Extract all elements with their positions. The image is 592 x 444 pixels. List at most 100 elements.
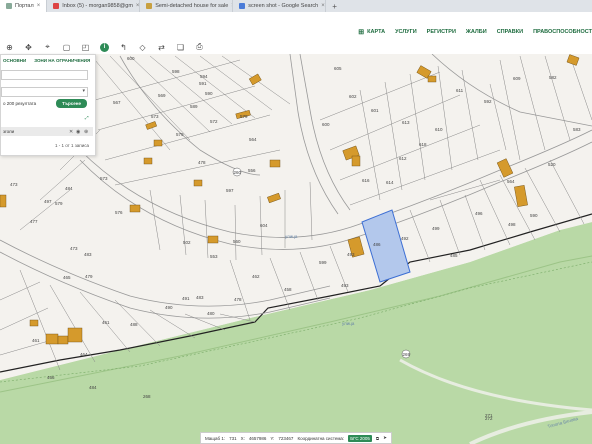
copy-icon[interactable]: ⧉ xyxy=(376,436,379,441)
street-badge: 260 xyxy=(232,167,242,177)
plot-number: 601 xyxy=(371,108,379,113)
measure-icon[interactable]: ↰ xyxy=(114,40,133,54)
plot-number: 560 xyxy=(233,239,241,244)
pan-icon[interactable]: ✥ xyxy=(19,40,38,54)
expand-icon[interactable]: ⤢ xyxy=(85,115,89,120)
zoom-icon[interactable]: ⊕ xyxy=(0,40,19,54)
plot-number: 602 xyxy=(349,94,357,99)
plot-number: 616 xyxy=(362,178,370,183)
plot-number: 591 xyxy=(199,81,207,86)
building xyxy=(57,335,69,345)
result-row[interactable]: зголи ✕ ◉ ⊕ xyxy=(1,127,93,136)
menu-item-complaints[interactable]: ЖАЛБИ xyxy=(466,29,487,35)
menu-item-reports[interactable]: СПРАВКИ xyxy=(497,29,523,35)
browser-tab-google[interactable]: screen shot - Google Search × xyxy=(233,0,327,12)
menu-item-map[interactable]: ⊞ КАРТА xyxy=(358,28,385,36)
search-button[interactable]: Търсене xyxy=(55,99,87,108)
plot-number: 582 xyxy=(549,75,557,80)
plot-number: 493 xyxy=(347,252,355,257)
browser-tab-house[interactable]: Semi-detached house for sale× xyxy=(140,0,234,12)
zoom-in-icon[interactable]: ⊕ xyxy=(84,129,88,135)
building xyxy=(45,333,59,345)
menu-item-services[interactable]: УСЛУГИ xyxy=(395,29,417,35)
plot-number: 479 xyxy=(85,274,93,279)
plot-number: 553 xyxy=(210,254,218,259)
browser-tab-inbox[interactable]: Inbox (5) - morgan9858@gm × xyxy=(47,0,141,12)
select-rectangle-icon[interactable]: ▢ xyxy=(57,40,76,54)
plot-number: 499 xyxy=(432,226,440,231)
search-panel: ОСНОВНИ ЗОНИ НА ОГРАНИЧЕНИЯ ▾ о 200 резу… xyxy=(0,54,96,156)
close-tab-icon[interactable]: × xyxy=(136,3,139,9)
new-tab-button[interactable]: + xyxy=(326,0,343,12)
browser-tab-portal[interactable]: Портал × xyxy=(0,0,48,12)
eye-icon[interactable]: ◉ xyxy=(76,129,80,135)
menu-item-registers[interactable]: РЕГИСТРИ xyxy=(427,29,456,35)
plot-number: 618 xyxy=(419,142,427,147)
building xyxy=(153,139,163,147)
plot-number: 583 xyxy=(573,127,581,132)
close-tab-icon[interactable]: × xyxy=(321,3,325,9)
building xyxy=(351,155,361,167)
building xyxy=(427,75,437,83)
plot-number: 491 xyxy=(182,296,190,301)
plot-number: 605 xyxy=(334,66,342,71)
close-icon[interactable]: ✕ xyxy=(69,129,73,135)
building xyxy=(29,319,39,327)
menu-item-capacity[interactable]: ПРАВОСПОСОБНОСТ xyxy=(533,29,592,35)
plot-number: 589 xyxy=(190,104,198,109)
scale-label: Мащаб 1: xyxy=(205,435,226,441)
search-select[interactable]: ▾ xyxy=(1,87,88,97)
svg-text:269: 269 xyxy=(403,352,411,357)
plot-number: 486 xyxy=(373,242,381,247)
plot-number: 502 xyxy=(183,240,191,245)
polygon-icon[interactable]: ◇ xyxy=(133,40,152,54)
scale-value[interactable]: 731 xyxy=(229,436,237,441)
search-input[interactable] xyxy=(1,70,88,80)
plot-number: 564 xyxy=(507,179,515,184)
tab-objects[interactable]: ОСНОВНИ xyxy=(3,58,26,63)
info-icon[interactable]: i xyxy=(95,40,114,54)
plot-number: 564 xyxy=(249,137,257,142)
close-tab-icon[interactable]: × xyxy=(37,3,41,9)
building xyxy=(193,179,203,187)
results-limit-label: о 200 резултата xyxy=(3,101,37,106)
plot-number: 461 xyxy=(102,320,110,325)
print-icon[interactable]: ⎙ xyxy=(190,40,209,54)
plot-number: 488 xyxy=(130,322,138,327)
plot-number: 573 xyxy=(100,176,108,181)
building xyxy=(0,194,7,208)
plot-number: 598 xyxy=(172,69,180,74)
plot-number: 483 xyxy=(84,252,92,257)
plot-number: 594 xyxy=(200,74,208,79)
tab-zones[interactable]: ЗОНИ НА ОГРАНИЧЕНИЯ xyxy=(34,58,90,63)
layers-icon[interactable]: ❏ xyxy=(171,40,190,54)
share-icon[interactable]: ⇄ xyxy=(152,40,171,54)
map-status-bar: Мащаб 1: 731 X: 4657986 Y: 723467 Коорди… xyxy=(200,432,392,444)
plot-number: 597 xyxy=(226,188,234,193)
plot-number: 613 xyxy=(402,120,410,125)
plot-number: 572 xyxy=(210,119,218,124)
crs-value[interactable]: БГС 2005 xyxy=(348,434,372,442)
arrow-icon[interactable]: ➤ xyxy=(383,435,387,441)
building xyxy=(143,157,153,165)
plot-number: 496 xyxy=(475,211,483,216)
y-label: Y: xyxy=(270,435,275,441)
x-value: 4657986 xyxy=(248,435,267,441)
location-icon[interactable]: ⌖ xyxy=(38,40,57,54)
street-badge: 269 xyxy=(401,349,411,359)
plot-number: 480 xyxy=(207,311,215,316)
plot-number: 477 xyxy=(30,219,38,224)
plot-number: 497 xyxy=(44,199,52,204)
select-area-icon[interactable]: ◰ xyxy=(76,40,95,54)
plot-number: 614 xyxy=(386,180,394,185)
plot-number: 556 xyxy=(248,168,256,173)
plot-number: 573 xyxy=(151,114,159,119)
plot-number: 604 xyxy=(260,223,268,228)
building xyxy=(269,159,281,168)
plot-number: 498 xyxy=(508,222,516,227)
plot-number: 579 xyxy=(55,201,63,206)
plot-number: 579 xyxy=(176,132,184,137)
y-value: 723467 xyxy=(278,435,294,441)
plot-number: 461 xyxy=(32,338,40,343)
plot-number: 462 xyxy=(252,274,260,279)
